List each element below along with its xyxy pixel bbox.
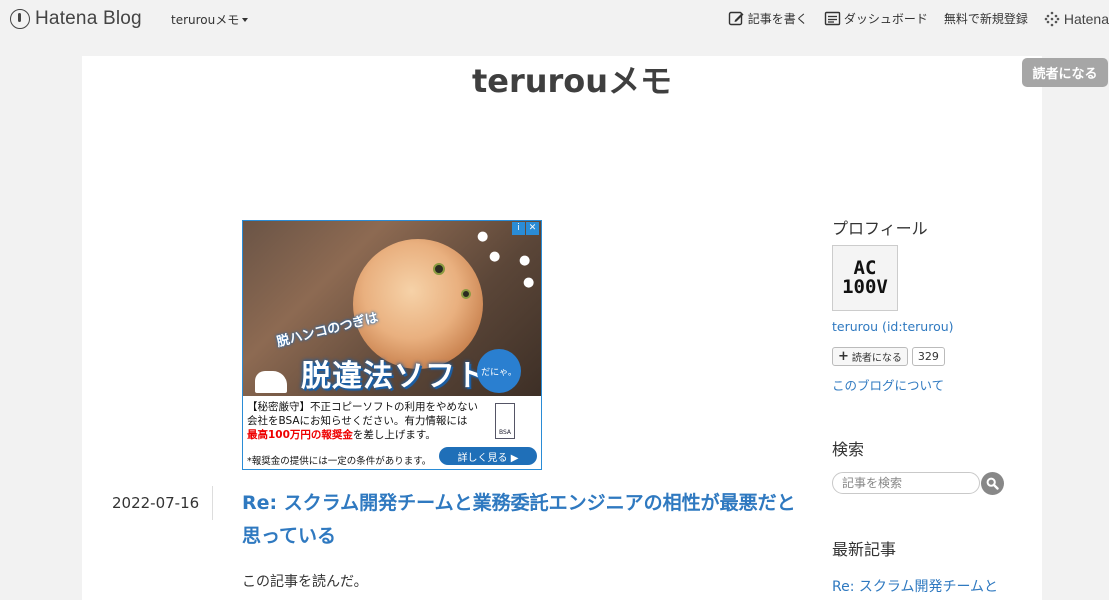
ad-text-rest: を差し上げます。 [352, 429, 436, 441]
search-button[interactable] [981, 472, 1004, 495]
hatena-blog-logo[interactable]: Hatena Blog [10, 8, 142, 30]
ad-text-line: 最高100万円の報奨金を差し上げます。 [247, 428, 487, 442]
edit-icon [728, 11, 744, 26]
subscribe-label: 読者になる [851, 353, 902, 364]
top-bar: Hatena Blog terurouメモ 記事を書く ダッシュボード 無料で新… [0, 0, 1109, 38]
ad-close-icon[interactable]: ✕ [526, 222, 539, 235]
blog-title[interactable]: terurouメモ [0, 56, 1109, 102]
subscriber-count: 329 [911, 347, 945, 366]
post-body: この記事を読んだ。 [242, 574, 368, 590]
paw-icon: ● [519, 253, 531, 268]
write-article-link[interactable]: 記事を書く [728, 10, 808, 27]
dashboard-label: ダッシュボード [843, 12, 928, 26]
kitten-image [353, 239, 483, 369]
about-blog-link[interactable]: このブログについて [832, 375, 944, 394]
user-profile-link[interactable]: terurou (id:terurou) [832, 319, 954, 334]
ad-choices[interactable]: i ✕ [511, 222, 539, 235]
write-article-label: 記事を書く [747, 12, 808, 26]
ad-note: *報奨金の提供には一定の条件があります。 [247, 456, 432, 467]
signup-link[interactable]: 無料で新規登録 [944, 10, 1028, 27]
ad-headline: 脱違法ソフト [301, 359, 487, 394]
subscribe-button[interactable]: + 読者になる [832, 347, 908, 366]
search-heading: 検索 [832, 440, 865, 459]
hatena-dots-icon [1044, 11, 1060, 26]
search-input[interactable] [832, 472, 980, 494]
profile-heading: プロフィール [832, 219, 928, 238]
date-divider [212, 486, 213, 520]
ad-details-button[interactable]: 詳しく見る ▶ [439, 447, 537, 465]
post-title-link[interactable]: Re: スクラム開発チームと業務委託エンジニアの相性が最悪だと思っている [242, 487, 802, 553]
caret-down-icon [242, 17, 249, 22]
hatena-menu[interactable]: Hatena [1044, 11, 1109, 27]
avatar-text: AC 100V [842, 259, 888, 297]
kitten-eye [461, 289, 471, 299]
post-date[interactable]: 2022-07-16 [112, 494, 199, 512]
bsa-logo: BSA [495, 403, 515, 439]
top-nav: 記事を書く ダッシュボード 無料で新規登録 Hatena [712, 10, 1109, 27]
kitten-eye [433, 263, 445, 275]
ad-headline-small: 脱ハンコのつぎは [275, 310, 380, 351]
ad-image: ● ● ● ● 脱ハンコのつぎは 脱違法ソフト だにゃ。 [243, 221, 541, 396]
hatena-blog-logo-icon [10, 9, 30, 29]
subscribe-widget: + 読者になる 329 [832, 347, 945, 366]
plus-icon: + [838, 349, 849, 364]
signup-label: 無料で新規登録 [943, 12, 1028, 26]
ad-reward-text: 最高100万円の報奨金 [247, 429, 353, 441]
ad-text-line: 会社をBSAにお知らせください。有力情報には [247, 415, 468, 427]
dashboard-icon [824, 11, 841, 26]
recent-posts-heading: 最新記事 [832, 540, 897, 559]
ad-bubble: だにゃ。 [477, 349, 521, 393]
avatar[interactable]: AC 100V [832, 245, 898, 311]
hatena-label: Hatena [1063, 10, 1109, 27]
ad-text-line: 【秘密厳守】不正コピーソフトの利用をやめない [247, 401, 478, 413]
advertisement[interactable]: ● ● ● ● 脱ハンコのつぎは 脱違法ソフト だにゃ。 i ✕ 【秘密厳守】不… [242, 220, 542, 470]
blog-switcher[interactable]: terurouメモ [171, 11, 249, 28]
paw-icon: ● [477, 229, 489, 244]
dashboard-link[interactable]: ダッシュボード [824, 10, 928, 27]
search-icon [986, 477, 999, 490]
paw-icon: ● [523, 275, 535, 290]
avatar-text-line: 100V [842, 276, 888, 298]
paw-icon: ● [489, 249, 501, 264]
logo-text: Hatena Blog [35, 8, 142, 29]
blog-switcher-label: terurouメモ [171, 13, 240, 27]
recent-post-link[interactable]: Re: スクラム開発チームと [832, 576, 998, 596]
cat-silhouette-icon [255, 371, 287, 393]
ad-text: 【秘密厳守】不正コピーソフトの利用をやめない 会社をBSAにお知らせください。有… [247, 400, 487, 442]
ad-info-icon[interactable]: i [512, 222, 525, 235]
